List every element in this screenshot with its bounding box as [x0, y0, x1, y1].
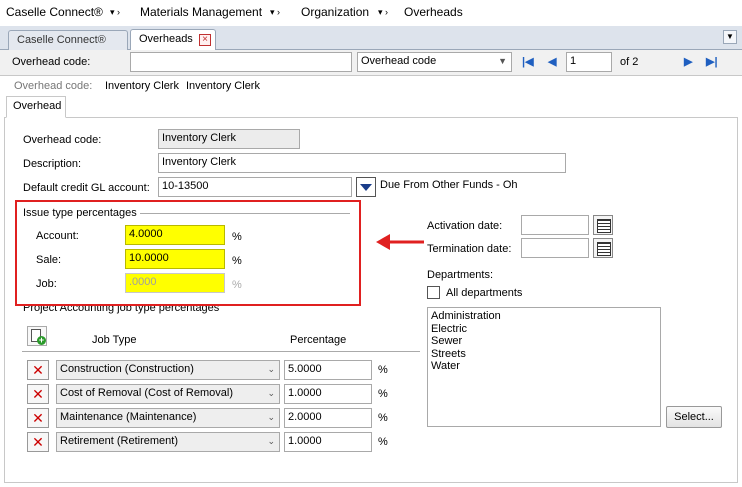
- breadcrumb: Caselle Connect® ▾ › Materials Managemen…: [0, 0, 742, 26]
- tab-menu-chevron-icon[interactable]: ▼: [723, 30, 737, 44]
- sale-pct-label: Sale:: [36, 254, 62, 266]
- gl-account-description: Due From Other Funds - Oh: [380, 179, 518, 191]
- issue-section-title: Issue type percentages: [23, 207, 137, 219]
- list-item[interactable]: Administration: [431, 310, 657, 323]
- gl-account-label: Default credit GL account:: [23, 182, 150, 194]
- all-departments-label: All departments: [446, 287, 523, 299]
- job-type-select[interactable]: Maintenance (Maintenance) ⌄: [56, 408, 280, 428]
- list-item[interactable]: Electric: [431, 323, 657, 336]
- pct-sign: %: [378, 412, 388, 424]
- chevron-down-icon[interactable]: ▾ ›: [270, 7, 280, 18]
- page-number-input[interactable]: 1: [566, 52, 612, 72]
- chevron-down-icon[interactable]: ▾ ›: [110, 7, 120, 18]
- job-percentage-field[interactable]: 2.0000: [284, 408, 372, 428]
- account-pct-label: Account:: [36, 230, 79, 242]
- record-summary: Overhead code: Inventory Clerk Inventory…: [0, 76, 742, 96]
- job-type-select[interactable]: Cost of Removal (Cost of Removal) ⌄: [56, 384, 280, 404]
- sort-by-select[interactable]: Overhead code ▼: [357, 52, 512, 72]
- pct-sign: %: [378, 436, 388, 448]
- select-departments-button[interactable]: Select...: [666, 406, 722, 428]
- pct-sign: %: [232, 255, 242, 267]
- description-field[interactable]: Inventory Clerk: [158, 153, 566, 173]
- pct-sign: %: [378, 364, 388, 376]
- overhead-code-field: Inventory Clerk: [158, 129, 300, 149]
- delete-row-icon[interactable]: ✕: [27, 360, 49, 380]
- sale-pct-field[interactable]: 10.0000: [125, 249, 225, 269]
- tab-label: Overhead: [13, 100, 62, 112]
- delete-row-icon[interactable]: ✕: [27, 408, 49, 428]
- delete-row-icon[interactable]: ✕: [27, 384, 49, 404]
- breadcrumb-module[interactable]: Materials Management: [140, 5, 262, 19]
- breadcrumb-app[interactable]: Caselle Connect®: [6, 5, 103, 19]
- job-type-value: Retirement (Retirement): [60, 435, 178, 447]
- job-percentage-field[interactable]: 5.0000: [284, 360, 372, 380]
- form-code-label: Overhead code:: [23, 134, 102, 146]
- summary-code: Inventory Clerk: [105, 80, 179, 92]
- pct-sign: %: [378, 388, 388, 400]
- breadcrumb-page: Overheads: [404, 5, 463, 19]
- list-item[interactable]: Streets: [431, 348, 657, 361]
- delete-row-icon[interactable]: ✕: [27, 432, 49, 452]
- last-record-icon[interactable]: ▶|: [706, 55, 718, 68]
- next-record-icon[interactable]: ▶: [684, 55, 692, 68]
- job-percentage-field[interactable]: 1.0000: [284, 432, 372, 452]
- chevron-down-icon: ⌄: [267, 412, 275, 422]
- description-label: Description:: [23, 158, 82, 170]
- job-pct-field: .0000: [125, 273, 225, 293]
- summary-description: Inventory Clerk: [186, 80, 260, 92]
- activation-date-label: Activation date:: [427, 220, 503, 232]
- account-pct-field[interactable]: 4.0000: [125, 225, 225, 245]
- callout-arrow-icon: [376, 234, 424, 250]
- departments-label: Departments:: [427, 269, 494, 281]
- list-item[interactable]: Water: [431, 360, 657, 373]
- calendar-icon[interactable]: [593, 215, 613, 235]
- departments-list[interactable]: Administration Electric Sewer Streets Wa…: [427, 307, 661, 427]
- job-type-select[interactable]: Construction (Construction) ⌄: [56, 360, 280, 380]
- chevron-down-icon: ⌄: [267, 388, 275, 398]
- activation-date-field[interactable]: [521, 215, 589, 235]
- job-pct-label: Job:: [36, 278, 57, 290]
- list-item[interactable]: Sewer: [431, 335, 657, 348]
- summary-label: Overhead code:: [14, 80, 93, 92]
- job-percentage-field[interactable]: 1.0000: [284, 384, 372, 404]
- job-type-select[interactable]: Retirement (Retirement) ⌄: [56, 432, 280, 452]
- chevron-down-icon: ⌄: [267, 364, 275, 374]
- tab-bar: Caselle Connect® Overheads ×: [0, 26, 742, 51]
- chevron-down-icon: ⌄: [267, 436, 275, 446]
- close-icon[interactable]: ×: [199, 34, 211, 46]
- add-row-icon[interactable]: +: [27, 326, 47, 346]
- breadcrumb-section[interactable]: Organization: [301, 5, 369, 19]
- page-total: of 2: [620, 56, 639, 68]
- sort-by-value: Overhead code: [361, 55, 437, 67]
- chevron-down-icon: ▼: [498, 56, 507, 66]
- job-type-value: Cost of Removal (Cost of Removal): [60, 387, 233, 399]
- job-type-value: Construction (Construction): [60, 363, 194, 375]
- tab-overheads[interactable]: Overheads ×: [130, 29, 216, 51]
- record-toolbar: Overhead code: Overhead code ▼ |◀ ◀ 1 of…: [0, 50, 742, 76]
- all-departments-checkbox[interactable]: [427, 286, 440, 299]
- first-record-icon[interactable]: |◀: [522, 55, 534, 68]
- pct-sign: %: [232, 231, 242, 243]
- column-header-percentage: Percentage: [290, 334, 347, 346]
- calendar-icon[interactable]: [593, 238, 613, 258]
- section-divider: [22, 351, 420, 352]
- termination-date-label: Termination date:: [427, 243, 512, 255]
- tab-label: Overheads: [139, 33, 193, 45]
- gl-account-field[interactable]: 10-13500: [158, 177, 352, 197]
- section-divider: [140, 213, 350, 214]
- gl-lookup-dropdown-icon[interactable]: [356, 177, 376, 197]
- overhead-code-label: Overhead code:: [12, 56, 91, 68]
- job-type-value: Maintenance (Maintenance): [60, 411, 197, 423]
- overhead-code-search-input[interactable]: [130, 52, 352, 72]
- chevron-down-icon[interactable]: ▾ ›: [378, 7, 388, 18]
- column-header-job-type: Job Type: [92, 334, 137, 346]
- previous-record-icon[interactable]: ◀: [548, 55, 556, 68]
- tab-overhead[interactable]: Overhead: [6, 96, 66, 118]
- pct-sign: %: [232, 279, 242, 291]
- termination-date-field[interactable]: [521, 238, 589, 258]
- tab-caselle-connect[interactable]: Caselle Connect®: [8, 30, 128, 50]
- tab-label: Caselle Connect®: [17, 34, 106, 46]
